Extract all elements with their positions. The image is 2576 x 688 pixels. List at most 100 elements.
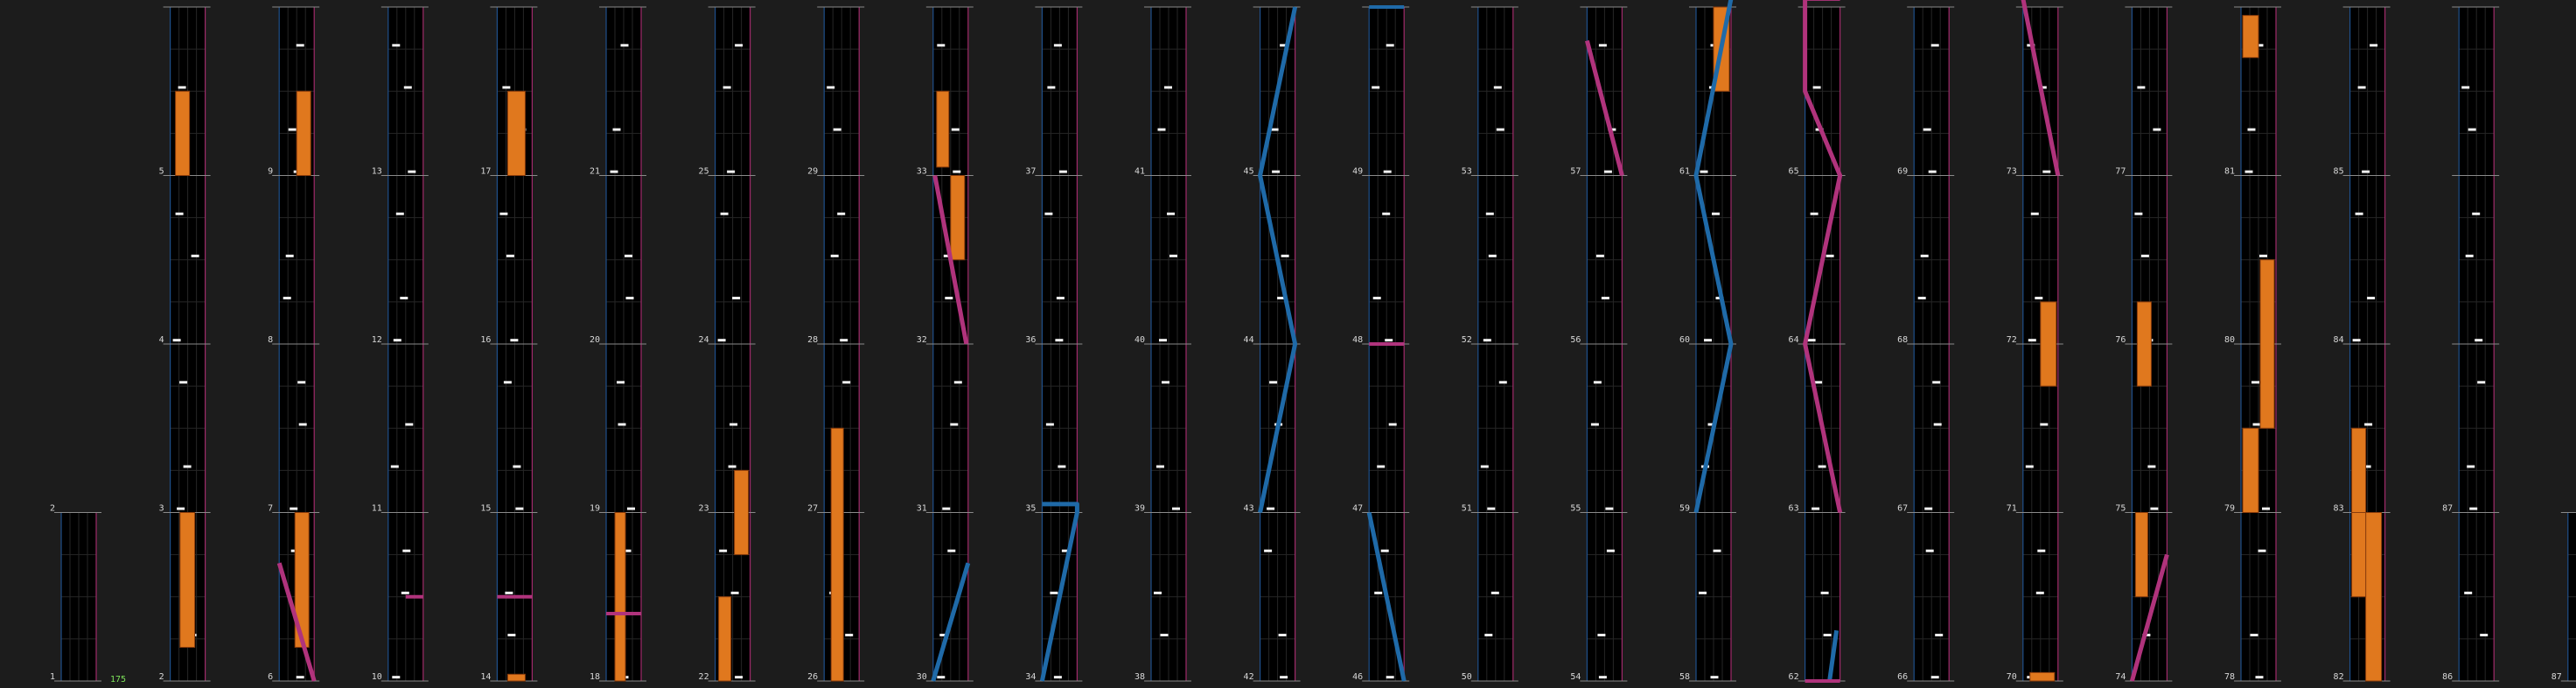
tap-note[interactable] [2477,381,2486,384]
tap-note[interactable] [177,507,185,510]
hold-note[interactable] [175,90,191,176]
tap-note[interactable] [1058,465,1066,468]
tap-note[interactable] [1164,86,1172,89]
tap-note[interactable] [1712,212,1720,215]
tap-note[interactable] [1820,591,1829,594]
tap-note[interactable] [392,44,401,47]
tap-note[interactable] [1050,591,1058,594]
tap-note[interactable] [1593,381,1602,384]
tap-note[interactable] [1598,676,1607,679]
tap-note[interactable] [2035,297,2043,300]
tap-note[interactable] [1382,212,1391,215]
tap-note[interactable] [625,254,632,257]
tap-note[interactable] [405,423,414,426]
tap-note[interactable] [1493,86,1502,89]
tap-note[interactable] [827,86,835,89]
tap-note[interactable] [401,591,409,594]
tap-note[interactable] [723,86,731,89]
tap-note[interactable] [172,339,181,342]
tap-note[interactable] [947,549,956,552]
tap-note[interactable] [830,254,839,257]
hold-note[interactable] [2040,301,2057,387]
tap-note[interactable] [735,44,743,47]
tap-note[interactable] [2370,44,2378,47]
tap-note[interactable] [1483,339,1491,342]
tap-note[interactable] [2247,128,2256,131]
tap-note[interactable] [1484,634,1493,637]
tap-note[interactable] [627,507,635,510]
tap-note[interactable] [837,212,846,215]
tap-note[interactable] [393,339,401,342]
tap-note[interactable] [730,423,738,426]
tap-note[interactable] [953,381,962,384]
hold-note[interactable] [734,469,750,556]
tap-note[interactable] [1810,212,1819,215]
tap-note[interactable] [2464,591,2473,594]
tap-note[interactable] [298,423,307,426]
tap-note[interactable] [2140,254,2149,257]
hold-note[interactable] [2029,671,2056,682]
tap-note[interactable] [1818,465,1826,468]
tap-note[interactable] [2362,170,2370,173]
tap-note[interactable] [945,297,953,300]
tap-note[interactable] [2355,212,2363,215]
tap-note[interactable] [618,423,626,426]
tap-note[interactable] [2352,339,2361,342]
tap-note[interactable] [1156,465,1164,468]
tap-note[interactable] [1923,128,1931,131]
hold-note[interactable] [936,90,950,168]
tap-note[interactable] [625,297,634,300]
tap-note[interactable] [1386,44,1394,47]
tap-note[interactable] [2259,254,2267,257]
tap-note[interactable] [840,339,848,342]
tap-note[interactable] [1935,634,1944,637]
tap-note[interactable] [1167,212,1175,215]
tap-note[interactable] [1488,254,1497,257]
tap-note[interactable] [727,170,736,173]
tap-note[interactable] [1699,591,1707,594]
tap-note[interactable] [392,676,401,679]
tap-note[interactable] [610,170,618,173]
tap-note[interactable] [842,381,851,384]
tap-note[interactable] [1807,339,1816,342]
tap-note[interactable] [1498,381,1507,384]
tap-note[interactable] [1704,339,1712,342]
tap-note[interactable] [942,507,951,510]
tap-note[interactable] [510,339,519,342]
hold-note[interactable] [2242,427,2259,513]
tap-note[interactable] [1172,507,1180,510]
tap-note[interactable] [297,381,306,384]
tap-note[interactable] [719,549,728,552]
tap-note[interactable] [1917,297,1926,300]
tap-note[interactable] [951,128,960,131]
tap-note[interactable] [191,254,199,257]
tap-note[interactable] [1278,634,1287,637]
hold-note[interactable] [2136,301,2152,387]
tap-note[interactable] [1480,465,1489,468]
tap-note[interactable] [2364,423,2373,426]
tap-note[interactable] [1601,297,1609,300]
tap-note[interactable] [1169,254,1177,257]
tap-note[interactable] [1055,339,1064,342]
tap-note[interactable] [2037,549,2046,552]
tap-note[interactable] [1924,507,1933,510]
tap-note[interactable] [1920,254,1929,257]
tap-note[interactable] [285,254,294,257]
tap-note[interactable] [732,297,741,300]
tap-note[interactable] [1264,549,1273,552]
tap-note[interactable] [290,507,298,510]
tap-note[interactable] [1826,254,1834,257]
tap-note[interactable] [2153,128,2161,131]
tap-note[interactable] [2475,339,2483,342]
tap-note[interactable] [1383,170,1392,173]
hold-note[interactable] [2259,259,2275,429]
tap-note[interactable] [1603,170,1612,173]
tap-note[interactable] [400,297,408,300]
tap-note[interactable] [1812,507,1820,510]
tap-note[interactable] [1930,44,1939,47]
tap-note[interactable] [717,339,726,342]
tap-note[interactable] [507,634,516,637]
tap-note[interactable] [1280,676,1288,679]
hold-note[interactable] [296,90,311,176]
tap-note[interactable] [2262,507,2270,510]
